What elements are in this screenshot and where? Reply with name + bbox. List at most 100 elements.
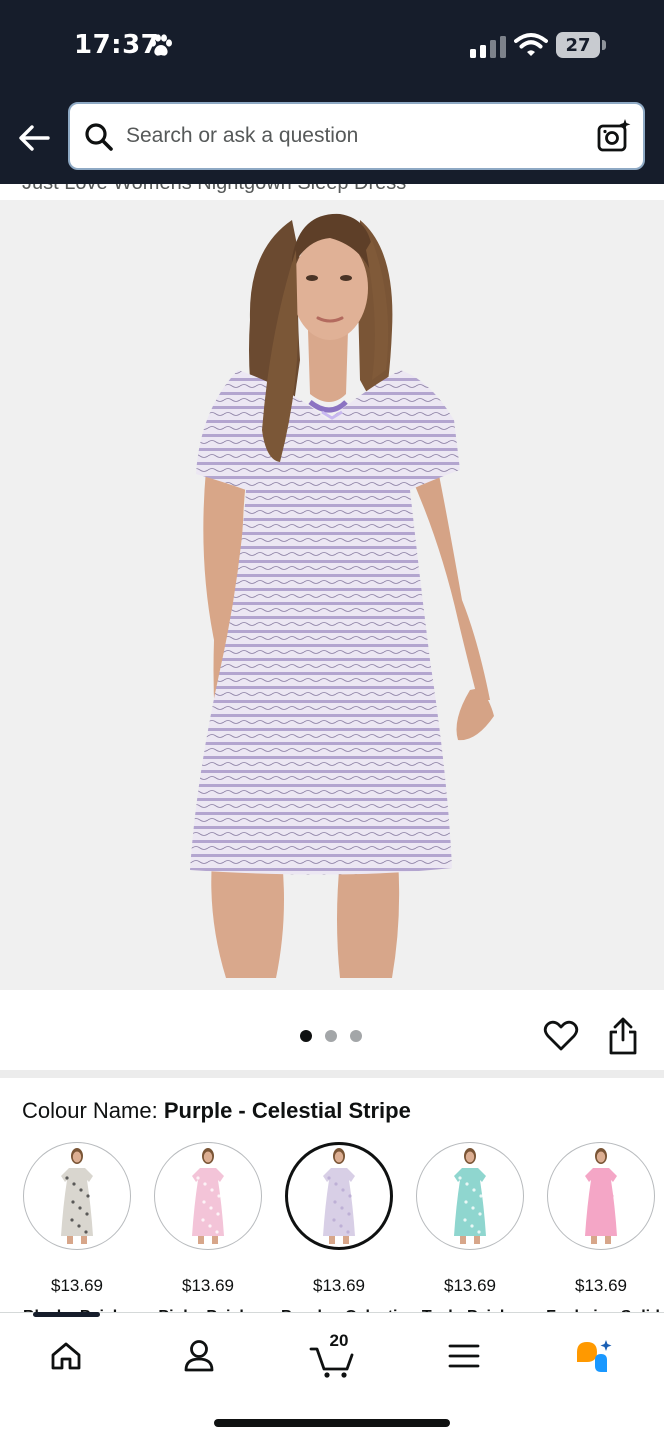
dress-pattern-dot	[332, 1218, 336, 1222]
swatch-image	[285, 1142, 393, 1250]
dress-pattern-dot	[327, 1176, 331, 1180]
dress-pattern-dot	[472, 1188, 476, 1192]
dress-pattern-dot	[479, 1194, 483, 1198]
model-leg-right	[81, 1236, 87, 1244]
dress-pattern-dot	[72, 1182, 76, 1186]
back-button[interactable]	[14, 116, 54, 160]
search-input[interactable]	[126, 116, 576, 156]
swatch-0[interactable]: $13.69 Black - Paisley	[23, 1142, 135, 1314]
dress-pattern-dot	[458, 1176, 462, 1180]
dress-pattern-dot	[341, 1188, 345, 1192]
rufus-icon	[577, 1340, 612, 1372]
camera-search-icon[interactable]	[596, 118, 632, 154]
product-image[interactable]	[0, 200, 664, 990]
pagination-dot-1[interactable]	[300, 1030, 312, 1042]
dress-pattern-dot	[84, 1230, 88, 1234]
dress-pattern-dot	[477, 1230, 481, 1234]
battery-icon: 27	[556, 32, 606, 58]
dress-pattern-dot	[465, 1182, 469, 1186]
colour-name-row: Colour Name: Purple - Celestial Stripe	[22, 1098, 411, 1124]
swatch-4[interactable]: $13.69 Fuchsia - Solid	[546, 1142, 660, 1314]
home-indicator	[214, 1419, 450, 1427]
nav-account[interactable]	[169, 1331, 229, 1381]
status-time: 17:37	[74, 30, 160, 60]
arrow-left-icon	[19, 125, 50, 151]
top-bar: 17:37 27	[0, 0, 664, 184]
swatch-price: $13.69	[313, 1276, 365, 1295]
dress-pattern-dot	[589, 1176, 593, 1180]
heart-icon[interactable]	[543, 1018, 579, 1054]
dress-pattern-dot	[203, 1182, 207, 1186]
dress-pattern-dot	[471, 1206, 475, 1210]
nav-menu[interactable]	[434, 1331, 494, 1381]
dress-pattern-dot	[464, 1200, 468, 1204]
dress-pattern-dot	[196, 1176, 200, 1180]
swatch-price: $13.69	[182, 1276, 234, 1295]
dress-pattern-dot	[210, 1188, 214, 1192]
product-photo	[190, 213, 494, 978]
paw-icon	[150, 34, 172, 56]
dress-pattern-dot	[201, 1218, 205, 1222]
dress-pattern-dot	[71, 1200, 75, 1204]
dress-pattern-dot	[346, 1230, 350, 1234]
dress-pattern-dot	[601, 1224, 605, 1228]
model-face	[596, 1151, 606, 1163]
dress-pattern-dot	[333, 1200, 337, 1204]
model-face	[334, 1151, 344, 1163]
home-icon	[51, 1342, 81, 1370]
nav-rufus[interactable]	[565, 1331, 625, 1381]
model-face	[465, 1151, 475, 1163]
dress-pattern-dot	[65, 1176, 69, 1180]
battery-level: 27	[565, 35, 591, 56]
dress-pattern-dot	[202, 1200, 206, 1204]
dress-pattern-dot	[77, 1224, 81, 1228]
search-icon	[85, 123, 113, 151]
dress-pattern-dot	[334, 1182, 338, 1186]
search-bar[interactable]	[68, 102, 645, 170]
swatch-image	[23, 1142, 131, 1250]
product-title: Just Love Womens Nightgown Sleep Dress	[22, 184, 406, 195]
dress-pattern-dot	[209, 1206, 213, 1210]
dress-pattern-dot	[348, 1194, 352, 1198]
dress-pattern-dot	[347, 1212, 351, 1216]
model-leg-right	[474, 1236, 480, 1244]
dress-pattern-dot	[340, 1206, 344, 1210]
swatch-2[interactable]: $13.69 Purple - Celestial Stripe	[281, 1142, 401, 1314]
dress-pattern-dot	[85, 1212, 89, 1216]
section-divider	[0, 1070, 664, 1078]
bottom-nav: 20	[0, 1312, 664, 1440]
dress-pattern-dot	[594, 1218, 598, 1222]
model-leg-right	[212, 1236, 218, 1244]
dress-pattern-dot	[86, 1194, 90, 1198]
nav-home[interactable]	[36, 1331, 96, 1381]
dress-pattern-dot	[463, 1218, 467, 1222]
swatch-image	[416, 1142, 524, 1250]
dress-pattern-dot	[216, 1212, 220, 1216]
dress-pattern-dot	[609, 1212, 613, 1216]
dress-pattern-dot	[78, 1206, 82, 1210]
pagination-dot-3[interactable]	[350, 1030, 362, 1042]
pagination-dot-2[interactable]	[325, 1030, 337, 1042]
nav-cart[interactable]: 20	[302, 1331, 362, 1381]
model-face	[72, 1151, 82, 1163]
swatch-3[interactable]: $13.69 Teal - Paisley	[416, 1142, 528, 1314]
dress-pattern-dot	[595, 1200, 599, 1204]
swatch-image	[154, 1142, 262, 1250]
dress-pattern-dot	[215, 1230, 219, 1234]
swatch-image	[547, 1142, 655, 1250]
swatch-1[interactable]: $13.69 Pink - Paisley	[154, 1142, 266, 1314]
image-pagination[interactable]	[300, 1030, 362, 1042]
dress-pattern-dot	[603, 1188, 607, 1192]
signal-icon	[470, 36, 506, 58]
dress-pattern-dot	[217, 1194, 221, 1198]
dress-pattern-dot	[208, 1224, 212, 1228]
model-leg-left	[460, 1236, 466, 1244]
model-face	[203, 1151, 213, 1163]
share-icon[interactable]	[606, 1016, 640, 1056]
dress-pattern-dot	[596, 1182, 600, 1186]
dress-pattern-dot	[79, 1188, 83, 1192]
cart-count: 20	[329, 1331, 349, 1350]
model-leg-left	[591, 1236, 597, 1244]
wifi-icon	[514, 33, 548, 56]
dress-pattern-dot	[608, 1230, 612, 1234]
